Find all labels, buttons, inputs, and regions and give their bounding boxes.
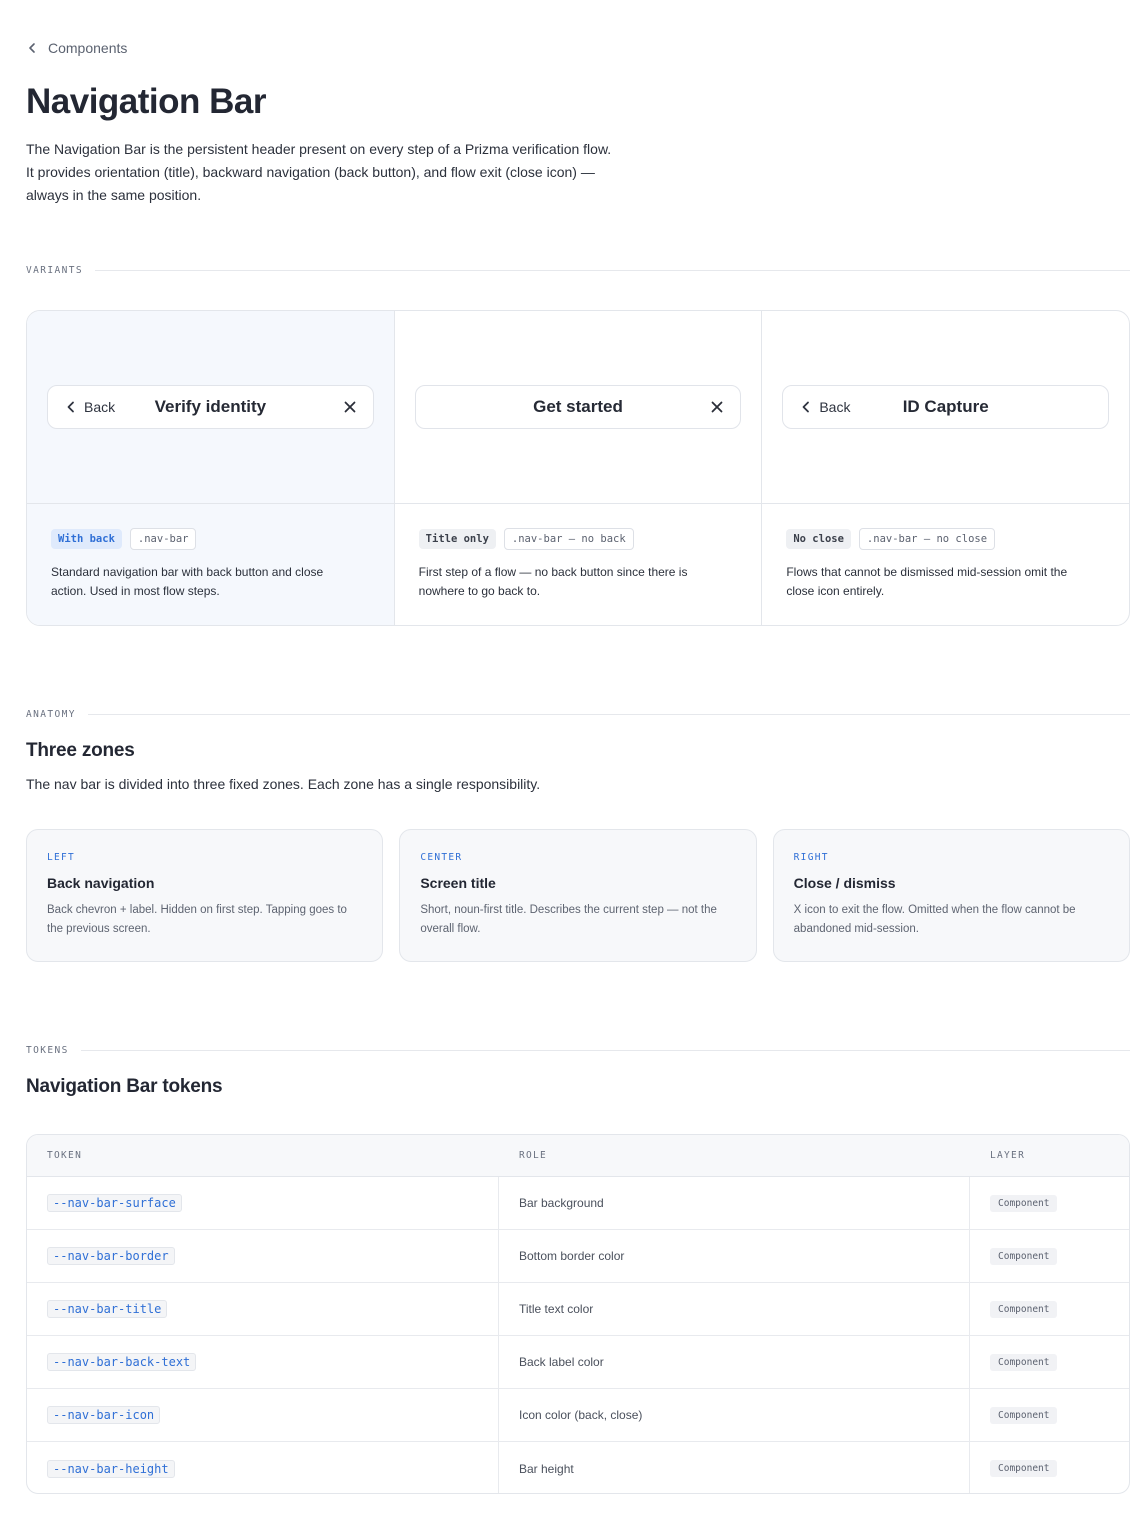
token-name[interactable]: --nav-bar-surface — [47, 1194, 182, 1212]
variant-tag: Title only — [418, 529, 496, 549]
nav-bar-preview: Get started — [414, 385, 742, 429]
table-row: --nav-bar-icon Icon color (back, close) … — [27, 1389, 1129, 1442]
anatomy-subtitle: The nav bar is divided into three fixed … — [26, 776, 541, 792]
token-role: Icon color (back, close) — [519, 1408, 643, 1422]
variant-tag: No close — [786, 529, 851, 549]
token-role: Back label color — [519, 1355, 604, 1369]
zone-left: LEFT Back navigation Back chevron + labe… — [26, 829, 384, 962]
chevron-left-icon — [802, 401, 810, 413]
variant-class: .nav-bar — [129, 528, 197, 550]
token-layer-badge: Component — [990, 1353, 1058, 1371]
token-layer-badge: Component — [990, 1247, 1058, 1265]
token-role: Bar background — [519, 1196, 604, 1210]
variant-class: .nav-bar — no close — [858, 528, 996, 550]
back-label: Back — [84, 399, 116, 415]
zone-title: Close / dismiss — [793, 875, 896, 891]
token-layer-badge: Component — [990, 1300, 1058, 1318]
zone-label: RIGHT — [793, 852, 829, 863]
nav-title: Get started — [533, 397, 623, 416]
token-name[interactable]: --nav-bar-title — [47, 1300, 168, 1318]
variant-info: Title only .nav-bar — no back First step… — [395, 504, 762, 601]
token-name[interactable]: --nav-bar-border — [47, 1247, 175, 1265]
section-label-variants: VARIANTS — [26, 263, 1130, 277]
zone-description: Short, noun-first title. Describes the c… — [420, 904, 717, 935]
back-label: Back — [819, 399, 851, 415]
variant-info: No close .nav-bar — no close Flows that … — [762, 504, 1129, 601]
section-label-anatomy: ANATOMY — [26, 707, 1130, 721]
table-header: TOKEN ROLE LAYER — [27, 1135, 1129, 1177]
variant-with-back[interactable]: Back Verify identity With back .nav-bar … — [27, 311, 395, 625]
nav-bar-preview: Back ID Capture — [782, 385, 1110, 429]
zone-description: Back chevron + label. Hidden on first st… — [47, 904, 347, 935]
zone-label: CENTER — [420, 852, 463, 863]
variant-title-only[interactable]: Get started Title only .nav-bar — no bac… — [394, 311, 763, 625]
zone-title: Screen title — [420, 875, 496, 891]
zone-center: CENTER Screen title Short, noun-first ti… — [399, 829, 757, 962]
variant-tag: With back — [51, 529, 122, 549]
column-header-token: TOKEN — [47, 1150, 83, 1161]
variant-no-close[interactable]: Back ID Capture No close .nav-bar — no c… — [762, 311, 1129, 625]
breadcrumb[interactable]: Components — [26, 38, 127, 58]
zone-title: Back navigation — [47, 875, 155, 891]
column-header-layer: LAYER — [990, 1150, 1026, 1161]
divider — [94, 269, 1130, 271]
token-layer-badge: Component — [990, 1194, 1058, 1212]
nav-bar-preview: Back Verify identity — [47, 385, 374, 429]
variant-preview: Get started — [394, 311, 762, 504]
section-label-tokens: TOKENS — [26, 1043, 1130, 1057]
token-role: Bottom border color — [519, 1249, 625, 1263]
token-layer-badge: Component — [990, 1460, 1058, 1477]
zone-label: LEFT — [47, 852, 76, 863]
token-name[interactable]: --nav-bar-height — [47, 1459, 175, 1478]
zone-right: RIGHT Close / dismiss X icon to exit the… — [772, 829, 1130, 962]
anatomy-title: Three zones — [26, 740, 135, 761]
variant-preview: Back ID Capture — [762, 311, 1129, 504]
close-icon[interactable] — [710, 400, 724, 414]
chevron-left-icon — [67, 401, 74, 413]
table-row: --nav-bar-height Bar height Component — [27, 1442, 1129, 1493]
page-title: Navigation Bar — [26, 82, 267, 121]
table-row: --nav-bar-surface Bar background Compone… — [27, 1177, 1129, 1230]
variant-description: First step of a flow — no back button si… — [418, 565, 688, 598]
breadcrumb-label[interactable]: Components — [48, 40, 127, 56]
close-icon[interactable] — [343, 400, 357, 414]
tokens-title: Navigation Bar tokens — [26, 1076, 223, 1097]
back-button[interactable]: Back — [66, 399, 115, 415]
zone-description: X icon to exit the flow. Omitted when th… — [793, 904, 1076, 935]
table-row: --nav-bar-border Bottom border color Com… — [27, 1230, 1129, 1283]
token-name[interactable]: --nav-bar-icon — [47, 1406, 161, 1424]
token-role: Title text color — [519, 1302, 594, 1316]
variant-description: Flows that cannot be dismissed mid-sessi… — [786, 565, 1068, 598]
variants-panel: Back Verify identity With back .nav-bar … — [26, 310, 1130, 626]
divider — [80, 1049, 1130, 1051]
table-row: --nav-bar-back-text Back label color Com… — [27, 1336, 1129, 1389]
back-button[interactable]: Back — [801, 399, 850, 415]
variant-preview: Back Verify identity — [27, 311, 394, 504]
token-name[interactable]: --nav-bar-back-text — [47, 1353, 197, 1371]
divider — [87, 713, 1130, 715]
table-row: --nav-bar-title Title text color Compone… — [27, 1283, 1129, 1336]
token-layer-badge: Component — [990, 1406, 1058, 1424]
token-role: Bar height — [519, 1461, 574, 1476]
variant-class: .nav-bar — no back — [503, 528, 634, 550]
zones: LEFT Back navigation Back chevron + labe… — [26, 829, 1130, 962]
tokens-table: TOKEN ROLE LAYER --nav-bar-surface Bar b… — [26, 1134, 1130, 1494]
variant-description: Standard navigation bar with back button… — [51, 565, 324, 598]
chevron-left-icon — [29, 43, 35, 53]
column-header-role: ROLE — [519, 1150, 548, 1161]
variant-info: With back .nav-bar Standard navigation b… — [27, 504, 394, 601]
page-intro: The Navigation Bar is the persistent hea… — [26, 141, 612, 203]
